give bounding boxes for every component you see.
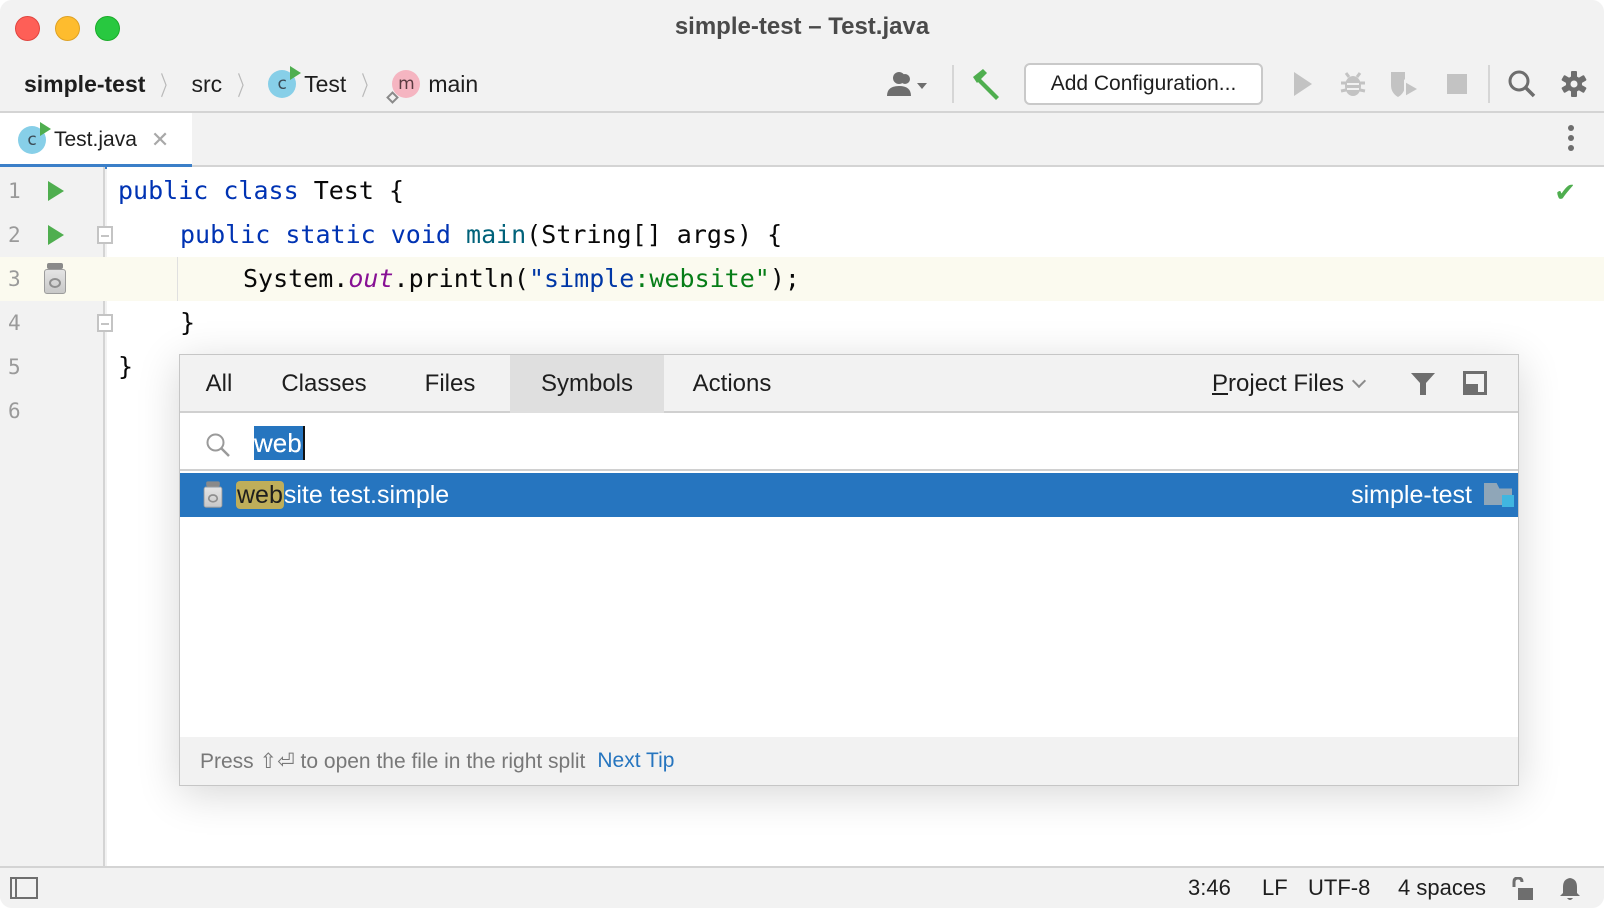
open-in-tool-window-icon[interactable] [1463,371,1487,395]
line-number: 2 [8,223,21,247]
code-text: } [180,308,196,337]
toolbar-separator [952,65,954,103]
popup-footer: Press ⇧⏎ to open the file in the right s… [180,737,1518,785]
stop-icon [1447,74,1467,94]
editor-tab-bar: c Test.java ✕ [0,113,1604,169]
stop-button[interactable] [1440,56,1474,112]
code-text: } [118,352,134,381]
code-line-1: 1 public class Test { [0,169,1604,213]
debug-button[interactable] [1336,56,1370,112]
breadcrumb: simple-test 〉 src 〉 c Test 〉 m main [24,56,478,112]
gear-icon [1561,71,1587,97]
tab-actions[interactable]: Actions [664,355,800,413]
file-encoding[interactable]: UTF-8 [1308,868,1370,908]
jar-library-icon[interactable] [42,263,68,295]
breadcrumb-class-label: Test [304,70,347,97]
scope-mnemonic: P [1212,370,1229,397]
breadcrumb-src[interactable]: src [191,71,222,98]
search-everywhere-popup: All Classes Files Symbols Actions Projec… [179,354,1519,786]
run-with-coverage-button[interactable] [1388,56,1422,112]
match-highlight: web [236,481,284,509]
module-folder-icon [1484,483,1514,507]
status-bar: 3:46 LF UTF-8 4 spaces [0,866,1604,908]
line-number: 1 [8,179,21,203]
toggle-tool-windows-icon[interactable] [10,877,38,899]
more-options-icon[interactable] [1568,125,1576,151]
class-icon: c [268,66,302,98]
code-text: public static void main(String[] args) { [180,220,783,249]
coverage-icon [1391,72,1421,99]
tab-classes[interactable]: Classes [258,355,390,413]
indent-guide [177,257,178,301]
bug-icon [1340,72,1366,96]
title-bar: simple-test – Test.java [0,0,1604,56]
search-icon [1508,70,1536,98]
tab-label: Test.java [54,128,137,151]
tab-all[interactable]: All [180,355,258,413]
breadcrumb-method[interactable]: m main [386,70,479,104]
add-configuration-button[interactable]: Add Configuration... [1024,63,1263,105]
run-button[interactable] [1286,56,1320,112]
tab-test-java[interactable]: c Test.java ✕ [0,113,192,169]
tab-symbols[interactable]: Symbols [510,355,664,413]
code-text: System.out.println("simple:website"); [243,264,800,293]
result-module: simple-test [1351,481,1472,509]
code-line-4: 4 } [0,301,1604,345]
search-result-item[interactable]: website test.simple simple-test [180,473,1518,517]
breadcrumb-separator-icon: 〉 [361,70,378,101]
search-input[interactable] [254,425,1454,461]
line-number: 4 [8,311,21,335]
next-tip-link[interactable]: Next Tip [597,749,674,773]
code-line-3: 3 System.out.println("simple:website"); [0,257,1604,301]
search-everywhere-button[interactable] [1504,56,1540,112]
ide-window: simple-test – Test.java simple-test 〉 sr… [0,0,1604,908]
breadcrumb-class[interactable]: c Test [268,66,347,98]
code-line-2: 2 public static void main(String[] args)… [0,213,1604,257]
scope-label: roject Files [1228,370,1345,397]
user-dropdown-icon [887,72,927,96]
footer-tip-text: Press ⇧⏎ to open the file in the right s… [200,749,586,773]
navigation-bar: simple-test 〉 src 〉 c Test 〉 m main Add … [0,56,1604,113]
run-icon [1294,72,1312,96]
vcs-user-dropdown-button[interactable] [882,56,932,112]
run-gutter-icon[interactable] [48,225,64,245]
chevron-down-icon [1351,373,1367,389]
line-separator[interactable]: LF [1262,868,1288,908]
search-icon [206,433,230,457]
class-icon: c [18,122,51,154]
line-number: 5 [8,355,21,379]
caret-position[interactable]: 3:46 [1188,868,1231,908]
indent-setting[interactable]: 4 spaces [1398,868,1486,908]
scope-dropdown[interactable]: Project Files [1212,355,1367,413]
breadcrumb-separator-icon: 〉 [160,70,177,101]
toolbar-separator [1488,65,1490,103]
window-title: simple-test – Test.java [674,13,930,40]
search-field-row: web [180,415,1518,471]
fold-end-icon[interactable] [97,314,113,332]
fold-collapse-icon[interactable] [97,226,113,244]
filter-icon[interactable] [1410,371,1436,397]
breadcrumb-method-label: main [428,70,479,97]
search-tabs: All Classes Files Symbols Actions Projec… [180,355,1518,413]
jar-library-icon [202,481,224,508]
build-button[interactable] [966,56,1006,112]
settings-button[interactable] [1556,56,1592,112]
run-gutter-icon[interactable] [48,181,64,201]
line-number: 6 [8,399,21,423]
notifications-bell-icon[interactable] [1558,876,1582,902]
line-number: 3 [8,267,21,291]
breadcrumb-project[interactable]: simple-test [24,71,145,98]
breadcrumb-separator-icon: 〉 [237,70,253,101]
hammer-icon [973,69,999,100]
tab-files[interactable]: Files [390,355,510,413]
unlock-icon[interactable] [1510,877,1534,901]
code-text: public class Test { [118,176,404,205]
close-icon[interactable]: ✕ [151,128,169,153]
inspection-ok-icon[interactable]: ✔ [1554,178,1576,208]
method-icon: m [386,70,421,104]
result-name: website test.simple [236,481,450,509]
